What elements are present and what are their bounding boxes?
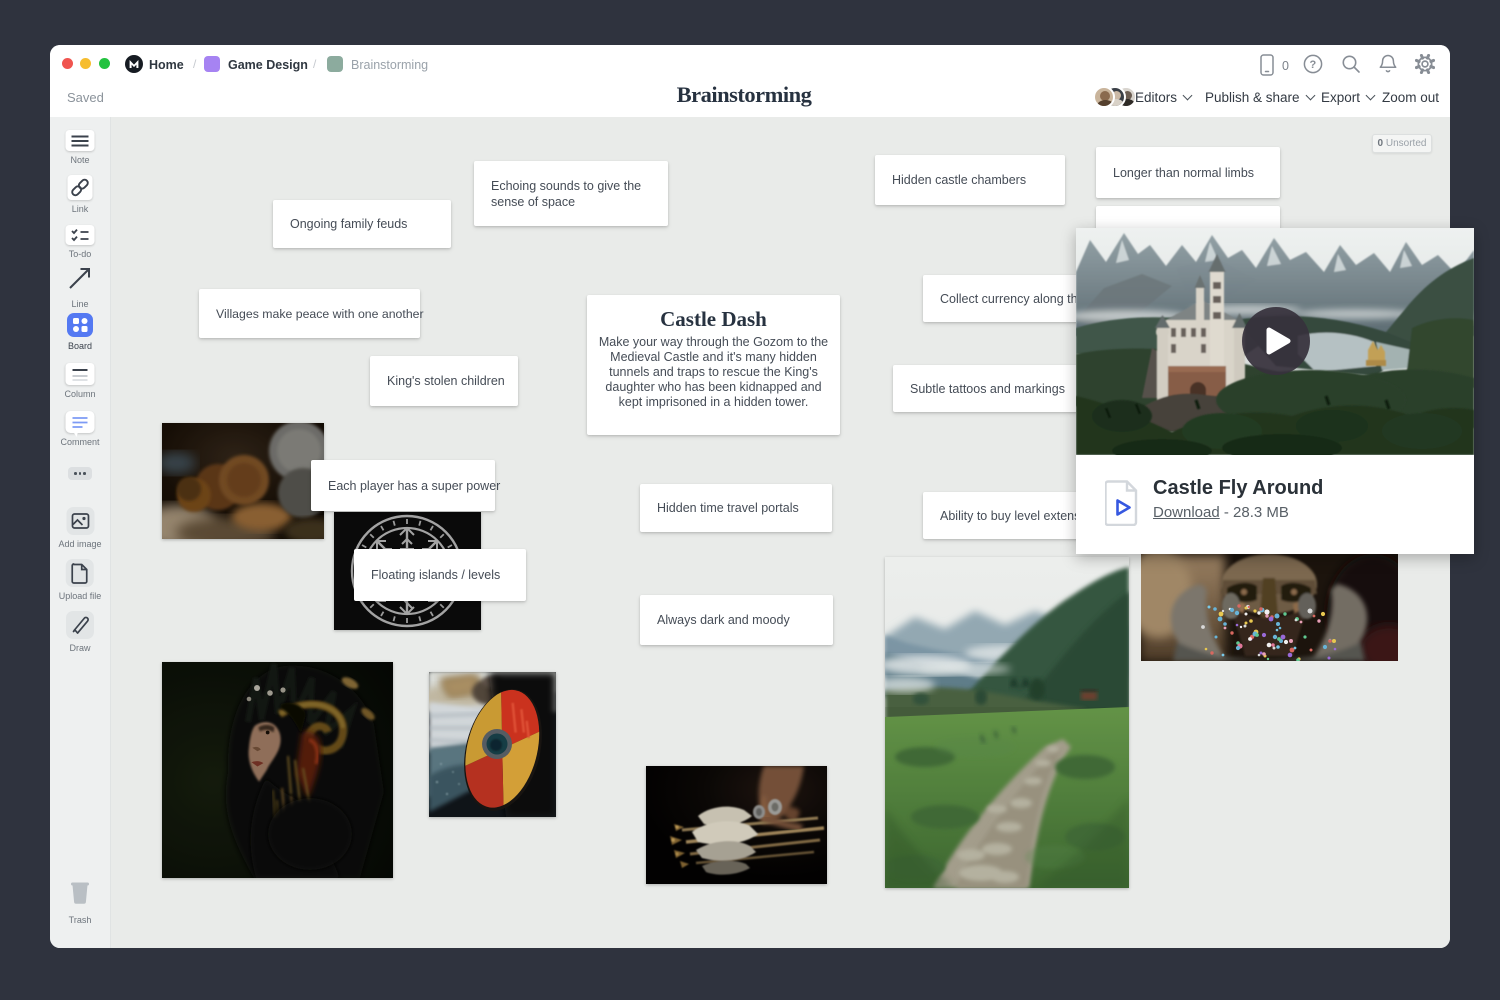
svg-text:?: ? [1310,59,1317,71]
svg-text:0: 0 [1282,59,1289,73]
